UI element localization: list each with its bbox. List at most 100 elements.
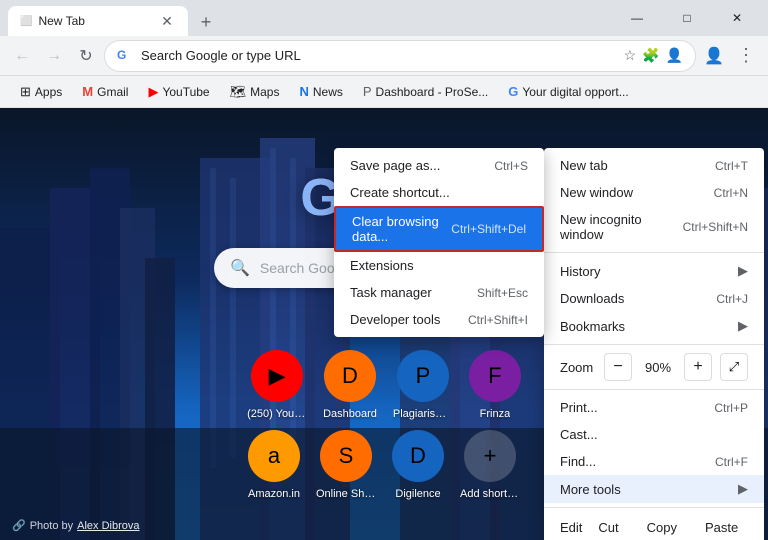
star-icon[interactable]: ☆ [624,47,637,64]
task-manager-item[interactable]: Task manager Shift+Esc [334,279,544,306]
tab-close-button[interactable]: ✕ [158,12,176,30]
bookmark-maps[interactable]: 🗺 Maps [222,80,288,104]
new-tab-shortcut: Ctrl+T [715,159,748,173]
photo-credit-author[interactable]: Alex Dibrova [77,520,139,532]
new-window-label: New window [560,185,633,200]
address-bar[interactable]: G Search Google or type URL ☆ 🧩 👤 [104,40,696,72]
plagiarism-shortcut-icon: P [397,350,449,402]
amazon-shortcut-label: Amazon.in [248,488,300,500]
apps-icon: ⊞ [20,84,31,100]
find-shortcut: Ctrl+F [715,455,748,469]
save-page-label: Save page as... [350,158,440,173]
cut-button[interactable]: Cut [586,516,630,539]
bookmark-apps[interactable]: ⊞ Apps [12,80,70,104]
add-shortcut-icon: + [464,430,516,482]
zoom-plus-button[interactable]: + [684,353,712,381]
clear-browsing-item[interactable]: Clear browsing data... Ctrl+Shift+Del [334,206,544,252]
bookmark-gmail[interactable]: M Gmail [74,80,136,103]
create-shortcut-label: Create shortcut... [350,185,450,200]
tab-strip: ⬜ New Tab ✕ + [8,0,606,36]
print-shortcut: Ctrl+P [714,401,748,415]
bookmarks-label: Bookmarks [560,319,625,334]
shortcut-youtube[interactable]: ▶ (250) YouTube [247,350,307,420]
reload-button[interactable]: ↻ [72,42,100,70]
youtube-shortcut-icon: ▶ [251,350,303,402]
more-tools-item[interactable]: More tools ▶ [544,475,764,503]
chrome-main-menu: New tab Ctrl+T New window Ctrl+N New inc… [544,148,764,540]
save-page-item[interactable]: Save page as... Ctrl+S [334,152,544,179]
youtube-label: YouTube [162,85,209,99]
shortcut-dashboard[interactable]: D Dashboard [323,350,377,420]
news-label: News [313,85,343,99]
digital-icon: G [508,84,518,99]
task-manager-shortcut: Shift+Esc [477,286,528,300]
news-icon: N [299,84,308,99]
dashboard-icon: P [363,84,372,99]
shortcut-online-shopping[interactable]: S Online Shopp... [316,430,376,500]
shortcut-add[interactable]: + Add shortcut [460,430,520,500]
link-icon: 🔗 [12,519,26,532]
zoom-expand-button[interactable]: ⤢ [720,353,748,381]
downloads-item[interactable]: Downloads Ctrl+J [544,285,764,312]
edit-row: Edit Cut Copy Paste [544,512,764,540]
extensions-item[interactable]: Extensions [334,252,544,279]
sync-icon[interactable]: 👤 [666,47,683,64]
new-tab-item[interactable]: New tab Ctrl+T [544,152,764,179]
back-button[interactable]: ← [8,42,36,70]
developer-tools-label: Developer tools [350,312,440,327]
dashboard-shortcut-icon: D [324,350,376,402]
account-button[interactable]: 👤 [700,42,728,70]
copy-button[interactable]: Copy [635,516,689,539]
bookmark-youtube[interactable]: ▶ YouTube [140,80,217,104]
zoom-row: Zoom − 90% + ⤢ [544,349,764,385]
extensions-icon[interactable]: 🧩 [642,47,659,64]
maximize-button[interactable]: □ [664,3,710,33]
shortcut-digilence[interactable]: D Digilence [392,430,444,500]
zoom-minus-button[interactable]: − [604,353,632,381]
find-item[interactable]: Find... Ctrl+F [544,448,764,475]
print-label: Print... [560,400,598,415]
downloads-label: Downloads [560,291,624,306]
paste-button[interactable]: Paste [693,516,750,539]
cast-item[interactable]: Cast... [544,421,764,448]
more-tools-label: More tools [560,482,621,497]
task-manager-label: Task manager [350,285,432,300]
bookmark-news[interactable]: N News [291,80,350,103]
new-window-item[interactable]: New window Ctrl+N [544,179,764,206]
apps-label: Apps [35,85,62,99]
zoom-controls: − 90% + ⤢ [604,353,748,381]
minimize-button[interactable]: — [614,3,660,33]
history-item[interactable]: History ▶ [544,257,764,285]
bookmark-dashboard[interactable]: P Dashboard - ProSe... [355,80,496,103]
bookmarks-item[interactable]: Bookmarks ▶ [544,312,764,340]
photo-credit: 🔗 Photo by Alex Dibrova [12,519,139,532]
gmail-icon: M [82,84,93,99]
digilence-label: Digilence [395,488,440,500]
incognito-shortcut: Ctrl+Shift+N [683,220,748,234]
address-bar-icons: ☆ 🧩 👤 [624,47,683,64]
frinza-shortcut-icon: F [469,350,521,402]
plagiarism-shortcut-label: Plagiarism C... [393,408,453,420]
bookmark-digital[interactable]: G Your digital opport... [500,80,636,103]
developer-tools-shortcut: Ctrl+Shift+I [468,313,528,327]
gmail-label: Gmail [97,85,128,99]
chrome-menu-button[interactable]: ⋮ [732,42,760,70]
content-area: Google 🔍 Search Google or type ▶ (250) Y… [0,108,768,540]
shortcut-plagiarism[interactable]: P Plagiarism C... [393,350,453,420]
edit-label: Edit [560,520,582,535]
create-shortcut-item[interactable]: Create shortcut... [334,179,544,206]
photo-credit-text: Photo by [30,520,73,532]
title-bar: ⬜ New Tab ✕ + — □ ✕ [0,0,768,36]
developer-tools-item[interactable]: Developer tools Ctrl+Shift+I [334,306,544,333]
menu-divider-3 [544,389,764,390]
google-g-icon: G [117,48,133,64]
shortcut-amazon[interactable]: a Amazon.in [248,430,300,500]
shortcut-frinza[interactable]: F Frinza [469,350,521,420]
new-tab-button[interactable]: + [192,8,220,36]
close-button[interactable]: ✕ [714,3,760,33]
active-tab[interactable]: ⬜ New Tab ✕ [8,6,188,36]
forward-button[interactable]: → [40,42,68,70]
extensions-label: Extensions [350,258,414,273]
incognito-item[interactable]: New incognito window Ctrl+Shift+N [544,206,764,248]
print-item[interactable]: Print... Ctrl+P [544,394,764,421]
